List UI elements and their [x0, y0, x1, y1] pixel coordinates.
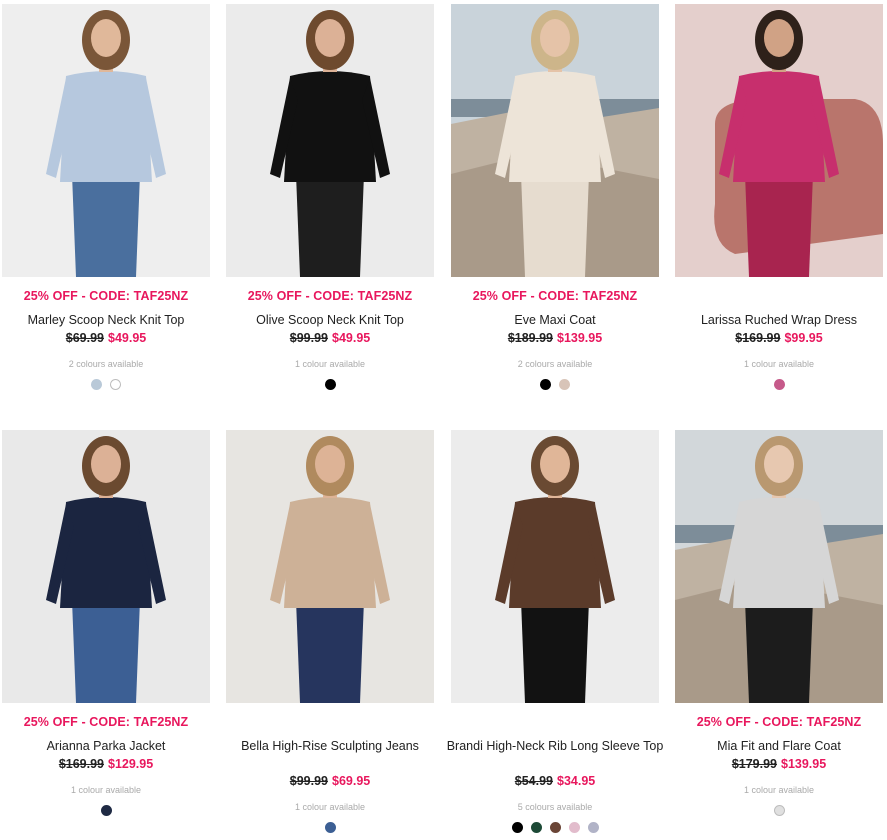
price-block: $169.99 $99.95	[665, 331, 887, 345]
colours-available-text: 5 colours available	[517, 802, 593, 812]
sale-price: $99.95	[784, 331, 823, 345]
product-image[interactable]	[226, 430, 434, 703]
colours-available-text: 1 colour available	[294, 359, 366, 369]
product-image[interactable]	[2, 4, 210, 277]
product-name-link[interactable]: Bella High-Rise Sculpting Jeans	[218, 738, 442, 755]
colour-swatch[interactable]	[110, 379, 121, 390]
colour-swatch[interactable]	[511, 822, 523, 833]
promo-code-label: 25% OFF - CODE: TAF25NZ	[472, 289, 638, 303]
colour-swatch[interactable]	[568, 822, 580, 833]
price-block: $189.99 $139.95	[441, 331, 669, 345]
product-image[interactable]	[226, 4, 434, 277]
colours-available-text: 1 colour available	[294, 802, 366, 812]
colour-swatch[interactable]	[773, 805, 785, 816]
colour-swatches	[675, 379, 883, 390]
product-image[interactable]	[2, 430, 210, 703]
sale-price: $49.95	[332, 331, 371, 345]
product-image[interactable]	[451, 4, 659, 277]
product-name-link[interactable]: Marley Scoop Neck Knit Top	[0, 312, 218, 329]
product-image[interactable]	[451, 430, 659, 703]
price-block: $99.99 $49.95	[216, 331, 444, 345]
price-block: $99.99 $69.95	[216, 774, 444, 788]
sale-price: $49.95	[108, 331, 147, 345]
original-price: $54.99	[514, 774, 553, 788]
colour-swatch[interactable]	[549, 822, 561, 833]
product-image[interactable]	[675, 430, 883, 703]
colours-available-text: 2 colours available	[517, 359, 593, 369]
original-price: $169.99	[58, 757, 104, 771]
original-price: $69.99	[65, 331, 104, 345]
colour-swatches	[226, 379, 434, 390]
product-name-link[interactable]: Eve Maxi Coat	[443, 312, 667, 329]
product-name-link[interactable]: Larissa Ruched Wrap Dress	[667, 312, 887, 329]
colour-swatch[interactable]	[91, 379, 102, 390]
original-price: $99.99	[289, 331, 328, 345]
price-block: $54.99 $34.95	[441, 774, 669, 788]
colour-swatch[interactable]	[540, 379, 551, 390]
colour-swatches	[451, 822, 659, 833]
promo-code-label: 25% OFF - CODE: TAF25NZ	[23, 289, 189, 303]
product-name-link[interactable]: Brandi High-Neck Rib Long Sleeve Top	[443, 738, 667, 755]
sale-price: $129.95	[108, 757, 154, 771]
colour-swatch[interactable]	[530, 822, 542, 833]
promo-code-label: 25% OFF - CODE: TAF25NZ	[23, 715, 189, 729]
colour-swatch[interactable]	[100, 805, 112, 816]
original-price: $179.99	[731, 757, 777, 771]
product-name-link[interactable]: Arianna Parka Jacket	[0, 738, 218, 755]
product-grid: 25% OFF - CODE: TAF25NZ Marley Scoop Neck…	[0, 0, 887, 840]
original-price: $99.99	[289, 774, 328, 788]
product-name-link[interactable]: Mia Fit and Flare Coat	[667, 738, 887, 755]
price-block: $69.99 $49.95	[0, 331, 220, 345]
colour-swatches	[2, 379, 210, 390]
promo-code-label: 25% OFF - CODE: TAF25NZ	[247, 289, 413, 303]
colours-available-text: 1 colour available	[743, 359, 815, 369]
colour-swatches	[675, 805, 883, 816]
colour-swatch[interactable]	[587, 822, 599, 833]
colour-swatches	[2, 805, 210, 816]
sale-price: $139.95	[781, 757, 827, 771]
sale-price: $139.95	[557, 331, 603, 345]
product-name-link[interactable]: Olive Scoop Neck Knit Top	[218, 312, 442, 329]
colours-available-text: 2 colours available	[68, 359, 144, 369]
colour-swatches	[451, 379, 659, 390]
sale-price: $69.95	[332, 774, 371, 788]
promo-code-label: 25% OFF - CODE: TAF25NZ	[696, 715, 862, 729]
colour-swatch[interactable]	[559, 379, 570, 390]
colours-available-text: 1 colour available	[70, 785, 142, 795]
original-price: $169.99	[735, 331, 781, 345]
colour-swatch[interactable]	[324, 822, 336, 833]
sale-price: $34.95	[557, 774, 596, 788]
price-block: $169.99 $129.95	[0, 757, 220, 771]
original-price: $189.99	[507, 331, 553, 345]
colour-swatch[interactable]	[324, 379, 336, 390]
colour-swatch[interactable]	[773, 379, 785, 390]
colours-available-text: 1 colour available	[743, 785, 815, 795]
product-image[interactable]	[675, 4, 883, 277]
colour-swatches	[226, 822, 434, 833]
price-block: $179.99 $139.95	[665, 757, 887, 771]
